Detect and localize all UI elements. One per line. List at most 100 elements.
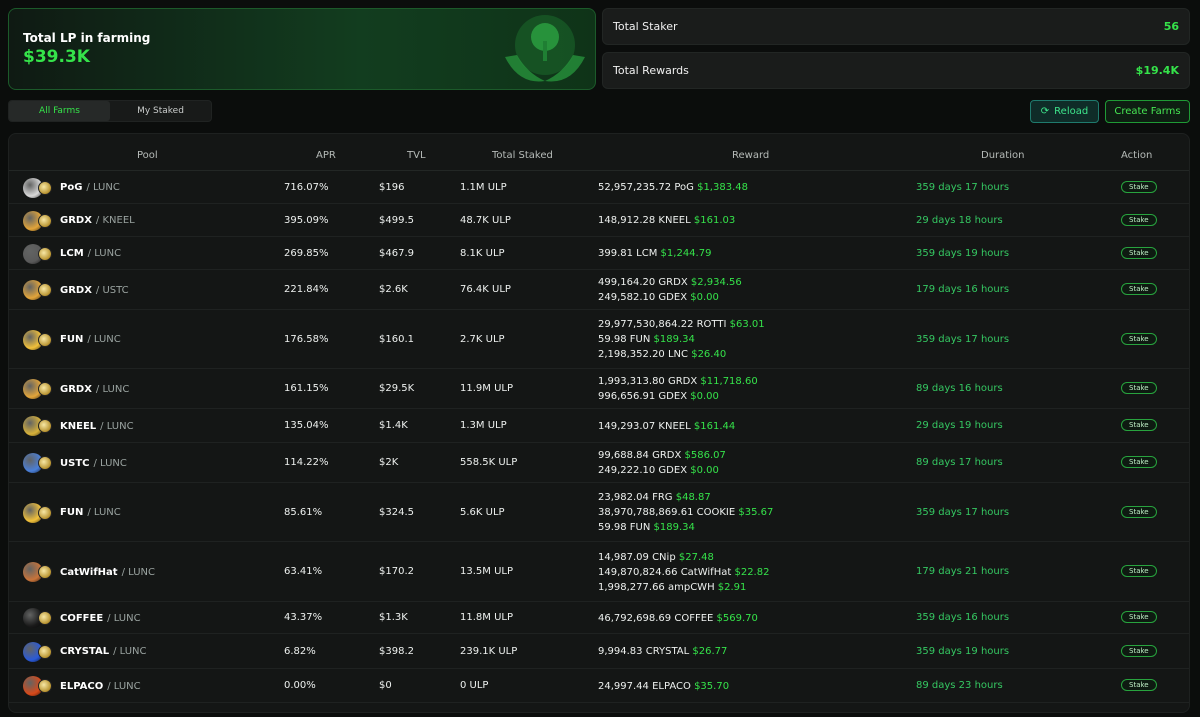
total-staked-value: 13.5M ULP (460, 566, 513, 577)
stake-button[interactable]: Stake (1121, 565, 1157, 577)
header-pool: Pool (137, 150, 158, 161)
stake-button[interactable]: Stake (1121, 456, 1157, 468)
reward-usd: $569.70 (716, 612, 758, 624)
reward-amount: 148,912.28 KNEEL (598, 215, 691, 226)
total-staked-value: 2.7K ULP (460, 333, 505, 345)
stake-button[interactable]: Stake (1121, 246, 1157, 259)
apr-value: 114.22% (284, 457, 329, 468)
pool-token-name: KNEEL (60, 420, 97, 432)
stake-button[interactable]: Stake (1121, 180, 1157, 193)
reward-line: 1,993,313.80 GRDX $11,718.60 (598, 374, 758, 389)
stake-button[interactable]: Stake (1121, 505, 1157, 518)
pair-token-icon (38, 332, 52, 347)
pool-cell: PoG / LUNC (23, 177, 120, 198)
duration-value: 179 days 16 hours (916, 284, 1010, 295)
duration-value: 29 days 18 hours (916, 214, 1003, 226)
reward-line: 399.81 LCM $1,244.79 (598, 246, 711, 261)
duration-value: 89 days 17 hours (916, 457, 1003, 468)
total-rewards-label: Total Rewards (613, 64, 689, 77)
reward-cell: 499,164.20 GRDX $2,934.56 249,582.10 GDEX… (598, 275, 742, 305)
reward-cell: 14,987.09 CNip $27.48 149,870,824.66 CatW… (598, 550, 769, 595)
total-staker-value: 56 (1163, 20, 1179, 33)
reward-line: 499,164.20 GRDX $2,934.56 (598, 275, 742, 290)
tvl-value: $398.2 (379, 645, 414, 657)
reward-amount: 399.81 LCM (598, 248, 658, 259)
apr-value: 63.41% (284, 566, 323, 577)
pool-token-name: PoG (60, 182, 83, 193)
farms-table: Pool APR TVL Total Staked Reward Duratio… (8, 133, 1190, 713)
pool-token-name: ELPACO (60, 680, 104, 692)
reward-line: 24,997.44 ELPACO $35.70 (598, 679, 729, 694)
action-cell: Stake (1121, 419, 1157, 431)
pool-pair-name: / LUNC (113, 646, 147, 657)
total-staked-value: 11.9M ULP (460, 383, 513, 394)
reward-usd: $161.03 (693, 215, 736, 226)
stake-button[interactable]: Stake (1121, 679, 1157, 691)
total-staked-value: 8.1K ULP (460, 247, 505, 259)
reward-usd: $2.91 (717, 581, 747, 593)
tab-my-staked[interactable]: My Staked (110, 101, 211, 121)
pool-cell: USTC / LUNC (23, 453, 127, 473)
reward-line: 46,792,698.69 COFFEE $569.70 (598, 611, 758, 626)
reward-line: 52,957,235.72 PoG $1,383.48 (598, 180, 748, 195)
reward-usd: $27.48 (678, 551, 714, 563)
table-row: FUN / LUNC 85.61% $324.5 5.6K ULP 23,982.04 F… (9, 483, 1189, 542)
duration-value: 359 days 16 hours (916, 612, 1010, 623)
stake-button[interactable]: Stake (1121, 611, 1157, 623)
total-rewards-value: $19.4K (1135, 64, 1179, 77)
pool-pair-name: / LUNC (107, 680, 141, 692)
reward-amount: 149,870,824.66 CatWifHat (598, 566, 732, 578)
table-row: COFFEE / LUNC 43.37% $1.3K 11.8M ULP 46,792,6… (9, 602, 1189, 634)
pool-pair-name: / LUNC (93, 457, 127, 469)
total-staked-value: 76.4K ULP (460, 284, 511, 295)
stake-button[interactable]: Stake (1121, 283, 1157, 295)
create-farms-button[interactable]: Create Farms (1105, 100, 1190, 123)
pair-token-icon (38, 565, 52, 579)
action-cell: Stake (1121, 283, 1157, 295)
table-row: GRDX / LUNC 161.15% $29.5K 11.9M ULP 1,993,31… (9, 369, 1189, 409)
reload-button[interactable]: ⟳ Reload (1030, 100, 1099, 123)
apr-value: 135.04% (284, 420, 329, 431)
total-staked-value: 239.1K ULP (460, 645, 518, 657)
action-cell: Stake (1121, 246, 1157, 259)
reward-usd: $189.34 (653, 522, 695, 533)
apr-value: 221.84% (284, 284, 329, 295)
action-cell: Stake (1121, 565, 1157, 577)
stake-button[interactable]: Stake (1121, 213, 1157, 226)
table-header: Pool APR TVL Total Staked Reward Duratio… (9, 134, 1189, 171)
table-row: GRDX / KNEEL 395.09% $499.5 48.7K ULP 148,912… (9, 204, 1189, 237)
apr-value: 176.58% (284, 333, 329, 345)
duration-value: 89 days 16 hours (916, 383, 1003, 394)
action-cell: Stake (1121, 332, 1157, 345)
action-cell: Stake (1121, 611, 1157, 623)
reward-usd: $26.77 (692, 646, 728, 657)
tvl-value: $170.2 (379, 566, 414, 577)
pair-token-icon (38, 382, 52, 396)
pool-pair-name: / USTC (95, 284, 129, 296)
stake-button[interactable]: Stake (1121, 419, 1157, 431)
table-row: FUN / LUNC 176.58% $160.1 2.7K ULP 29,977,530… (9, 310, 1189, 369)
tab-all-farms[interactable]: All Farms (9, 101, 110, 121)
stake-button[interactable]: Stake (1121, 644, 1157, 657)
stake-button[interactable]: Stake (1121, 332, 1157, 345)
pool-pair-name: / LUNC (95, 383, 130, 395)
reward-usd: $48.87 (675, 492, 711, 503)
pair-token-icon (38, 679, 52, 693)
duration-value: 89 days 23 hours (916, 680, 1003, 691)
reward-cell: 29,977,530,864.22 ROTTI $63.01 59.98 FUN … (598, 317, 765, 362)
reward-usd: $35.70 (694, 680, 730, 692)
apr-value: 43.37% (284, 612, 323, 623)
reload-button-label: Reload (1054, 106, 1089, 117)
duration-value: 359 days 17 hours (916, 506, 1010, 518)
stake-button[interactable]: Stake (1121, 382, 1157, 394)
pool-pair-name: / LUNC (87, 334, 121, 345)
reward-usd: $35.67 (738, 507, 774, 518)
table-row: CatWifHat / LUNC 63.41% $170.2 13.5M ULP 14,9… (9, 542, 1189, 602)
duration-value: 359 days 19 hours (916, 645, 1010, 657)
reward-cell: 148,912.28 KNEEL $161.03 (598, 213, 735, 228)
reward-usd: $586.07 (684, 450, 726, 461)
reward-amount: 99,688.84 GRDX (598, 450, 682, 461)
tvl-value: $29.5K (379, 383, 415, 394)
reward-amount: 24,997.44 ELPACO (598, 680, 691, 692)
reward-cell: 149,293.07 KNEEL $161.44 (598, 419, 735, 434)
